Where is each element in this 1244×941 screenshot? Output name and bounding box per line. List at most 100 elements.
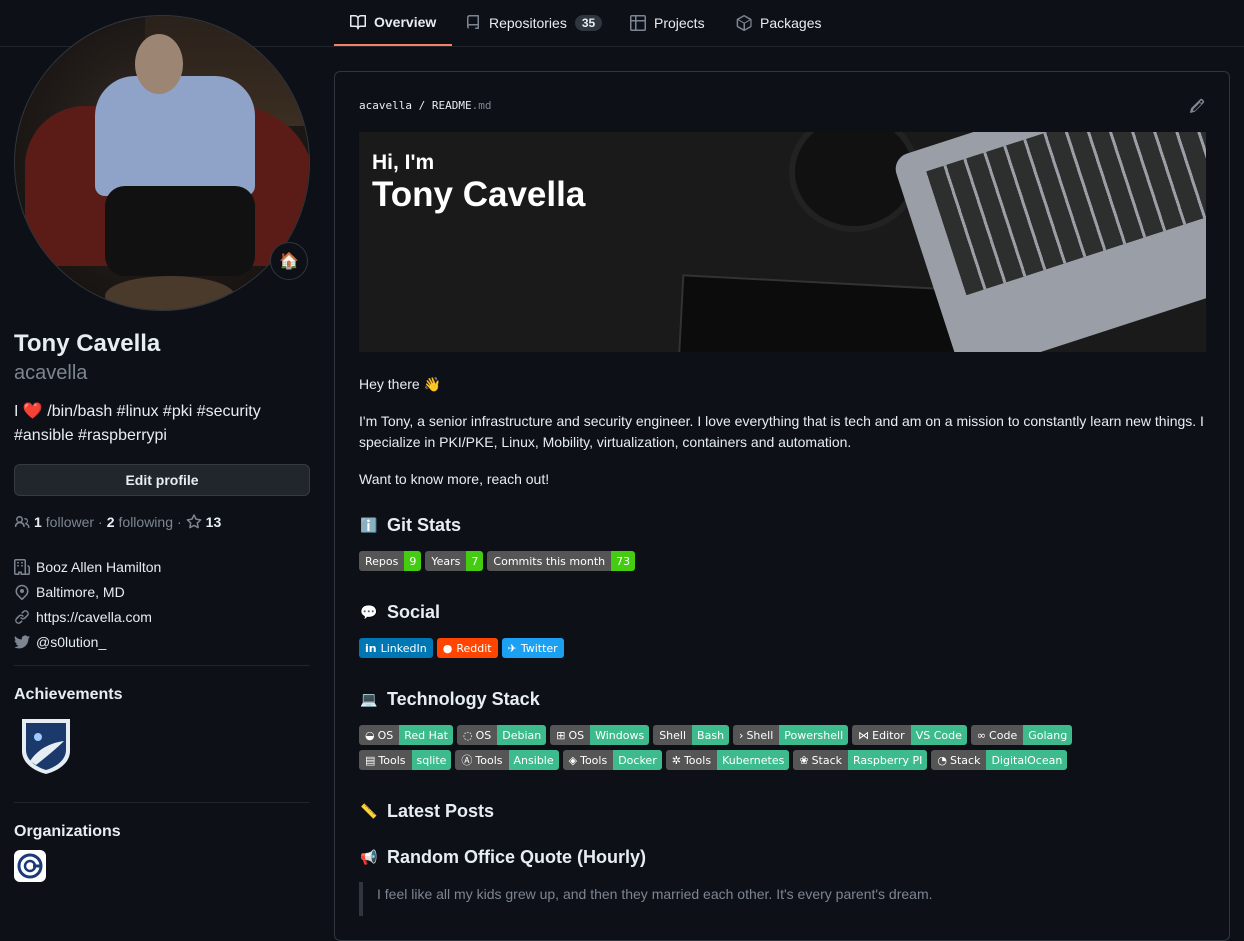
separator-dot: · — [177, 514, 182, 530]
twitter-item[interactable]: @s0lution_ — [14, 629, 161, 654]
badge-category: Tools — [475, 753, 503, 767]
link-icon — [15, 609, 29, 624]
readme-greeting: Hey there 👋 — [359, 376, 442, 392]
badge-label: ⋈ Editor — [852, 725, 911, 745]
badge-value: Raspberry PI — [848, 750, 928, 770]
location-text: Baltimore, MD — [36, 583, 125, 600]
separator-dot: · — [98, 514, 103, 530]
badge-label: Years — [425, 551, 467, 571]
following-label[interactable]: following — [119, 514, 173, 530]
people-icon — [14, 516, 30, 529]
badge-value: DigitalOcean — [986, 750, 1068, 770]
badge-value: Ansible — [508, 750, 559, 770]
tech-logo-icon: ◔ — [937, 753, 947, 767]
tech-stack-badges: ◒ OS Red Hat ◌ OS Debian ⊞ OS Windows Shell Bash › S… — [359, 725, 1119, 770]
git-stat-badge[interactable]: Commits this month 73 — [487, 551, 636, 571]
badge-label: ⊞ OS — [550, 725, 591, 745]
tech-badge-golang[interactable]: ∞ Code Golang — [970, 725, 1073, 745]
status-badge[interactable]: 🏠 — [270, 242, 308, 280]
latest-posts-heading: 📏 Latest Posts — [359, 801, 494, 822]
tech-logo-icon: ⊞ — [556, 728, 566, 742]
readme-owner[interactable]: acavella — [359, 99, 412, 112]
badge-category: Tools — [683, 753, 712, 767]
tech-badge-debian[interactable]: ◌ OS Debian — [456, 725, 547, 745]
office-quote-heading: 📢 Random Office Quote (Hourly) — [359, 847, 646, 868]
linkedin-icon: in — [365, 641, 377, 655]
tech-badge-raspberry-pi[interactable]: ❀ Stack Raspberry PI — [793, 750, 928, 770]
readme-panel: acavella / README.md Hi, I'm Tony Cavell… — [334, 71, 1230, 941]
website-link[interactable]: https://cavella.com — [36, 609, 152, 625]
tech-logo-icon: ▤ — [365, 753, 376, 767]
stars-count[interactable]: 13 — [206, 514, 222, 530]
badge-label: ◒ OS — [359, 725, 400, 745]
social-badge-linkedin[interactable]: in LinkedIn — [359, 638, 433, 658]
badge-value: Golang — [1023, 725, 1073, 745]
tech-badge-ansible[interactable]: Ⓐ Tools Ansible — [455, 750, 559, 770]
git-stats-heading: ℹ️ Git Stats — [359, 515, 461, 536]
house-icon: 🏠 — [279, 253, 299, 270]
follow-stats: 1 follower · 2 following · 13 — [14, 514, 221, 530]
tech-logo-icon: ∞ — [976, 728, 987, 742]
badge-category: Editor — [872, 728, 905, 742]
ruler-icon: 📏 — [360, 803, 378, 819]
edit-profile-button[interactable]: Edit profile — [14, 464, 310, 496]
followers-count[interactable]: 1 — [34, 514, 42, 530]
social-heading: 💬 Social — [359, 602, 440, 623]
git-stat-badge[interactable]: Repos 9 — [359, 551, 422, 571]
tech-badge-red-hat[interactable]: ◒ OS Red Hat — [359, 725, 453, 745]
avatar-pants — [105, 186, 255, 276]
twitter-handle[interactable]: @s0lution_ — [36, 634, 106, 650]
git-stats-title: Git Stats — [387, 515, 462, 535]
organization-avatar[interactable] — [14, 850, 46, 882]
readme-path: acavella / README.md — [359, 99, 491, 112]
heart-icon: ❤️ — [22, 403, 43, 420]
repositories-count-badge: 35 — [574, 15, 603, 31]
tab-projects[interactable]: Projects — [614, 0, 721, 46]
badge-category: Tools — [378, 753, 406, 767]
tech-badge-docker[interactable]: ◈ Tools Docker — [562, 750, 662, 770]
badge-label: ◌ OS — [456, 725, 498, 745]
location-item: Baltimore, MD — [14, 579, 161, 604]
banner-name: Tony Cavella — [372, 175, 586, 214]
office-quote: I feel like all my kids grew up, and the… — [359, 882, 933, 916]
followers-label[interactable]: follower — [46, 514, 94, 530]
badge-category: OS — [568, 728, 585, 742]
readme-reach-out: Want to know more, reach out! — [359, 471, 550, 487]
tech-badge-vs-code[interactable]: ⋈ Editor VS Code — [852, 725, 967, 745]
tech-badge-powershell[interactable]: › Shell Powershell — [733, 725, 849, 745]
tech-badge-sqlite[interactable]: ▤ Tools sqlite — [359, 750, 452, 770]
tab-repositories[interactable]: Repositories 35 — [449, 0, 618, 46]
star-icon — [186, 514, 202, 529]
twitter-icon: ✈ — [507, 641, 517, 655]
tech-logo-icon: ◌ — [462, 728, 473, 742]
social-badge-twitter[interactable]: ✈ Twitter — [501, 638, 564, 658]
git-stat-badge[interactable]: Years 7 — [425, 551, 484, 571]
badge-category: Tools — [580, 753, 608, 767]
pencil-icon[interactable] — [1189, 98, 1205, 114]
avatar[interactable] — [14, 15, 310, 311]
profile-fullname: Tony Cavella — [14, 330, 161, 357]
twitter-icon — [14, 634, 30, 648]
profile-username: acavella — [14, 362, 88, 384]
tech-badge-windows[interactable]: ⊞ OS Windows — [550, 725, 650, 745]
website-item[interactable]: https://cavella.com — [14, 604, 161, 629]
badge-label: ∞ Code — [970, 725, 1024, 745]
achievement-badge[interactable] — [18, 715, 74, 775]
badge-label: Twitter — [520, 641, 558, 655]
tech-badge-digitalocean[interactable]: ◔ Stack DigitalOcean — [931, 750, 1068, 770]
tech-logo-icon: ✲ — [671, 753, 681, 767]
sidebar-divider — [14, 802, 310, 803]
company-item: Booz Allen Hamilton — [14, 554, 161, 579]
package-icon — [736, 15, 752, 31]
achievements-title[interactable]: Achievements — [14, 686, 123, 704]
tab-packages[interactable]: Packages — [720, 0, 837, 46]
organization-icon — [14, 558, 30, 575]
tech-badge-kubernetes[interactable]: ✲ Tools Kubernetes — [665, 750, 790, 770]
tech-badge-bash[interactable]: Shell Bash — [653, 725, 730, 745]
social-badge-reddit[interactable]: ● Reddit — [436, 638, 498, 658]
avatar-table — [105, 276, 235, 310]
reddit-icon: ● — [442, 641, 453, 655]
tab-overview[interactable]: Overview — [334, 0, 453, 46]
following-count[interactable]: 2 — [107, 514, 115, 530]
git-stats-badges: Repos 9 Years 7 Commits this month 73 — [359, 551, 1209, 571]
